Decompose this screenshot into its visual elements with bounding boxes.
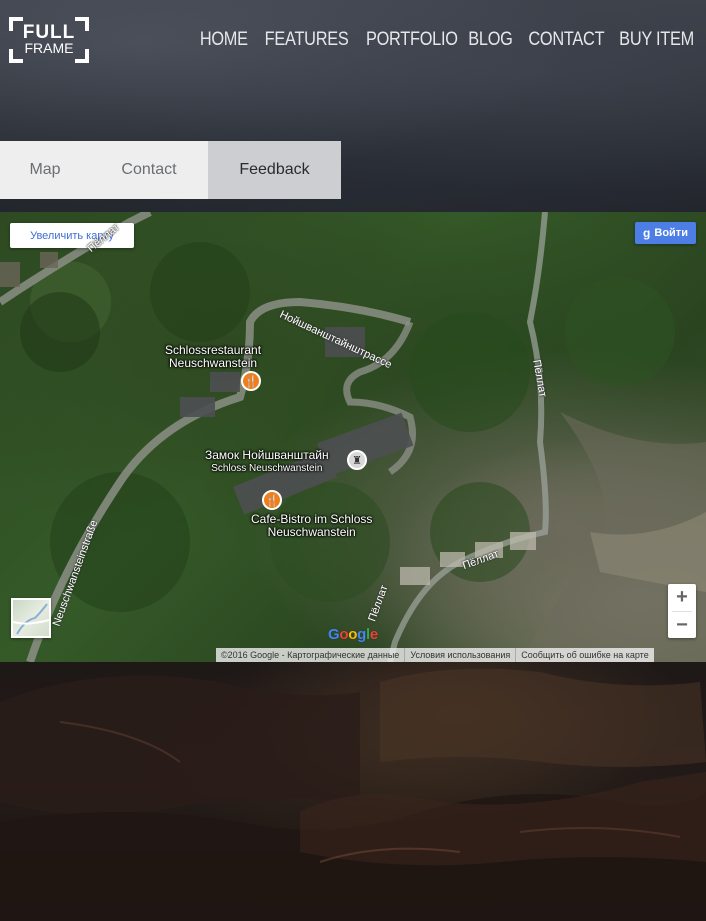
poi-cafe-line2: Neuschwanstein xyxy=(267,525,356,539)
nav-home[interactable]: HOME xyxy=(200,26,248,54)
castle-pin-icon[interactable]: ♜ xyxy=(347,450,367,470)
nav-portfolio[interactable]: PORTFOLIO xyxy=(366,26,458,54)
hero-header: FULL FRAME HOME FEATURES PORTFOLIO BLOG … xyxy=(0,0,706,212)
tab-map[interactable]: Map xyxy=(0,141,90,199)
poi-restaurant-line2: Neuschwanstein xyxy=(168,356,258,370)
logo[interactable]: FULL FRAME xyxy=(9,17,89,63)
poi-label-restaurant[interactable]: Schlossrestaurant Neuschwanstein xyxy=(165,344,261,370)
signin-label: Войти xyxy=(654,227,688,239)
section-tabs: Map Contact Feedback xyxy=(0,141,341,199)
attribution-copyright[interactable]: ©2016 Google - Картографические данные xyxy=(216,648,405,662)
nav-contact[interactable]: CONTACT xyxy=(528,26,604,54)
map-thumbnail-icon xyxy=(12,603,50,635)
rock-texture xyxy=(0,668,706,921)
zoom-out-button[interactable]: − xyxy=(668,612,696,638)
nav-buy-item[interactable]: BUY ITEM xyxy=(619,26,694,54)
google-map[interactable]: Увеличить карту g Войти Пёллат Нойшваншт… xyxy=(0,212,706,662)
cafe-pin-icon[interactable]: 🍴 xyxy=(262,490,282,510)
restaurant-pin-icon[interactable]: 🍴 xyxy=(241,371,261,391)
attribution-report[interactable]: Сообщить об ошибке на карте xyxy=(515,648,654,662)
map-attribution: ©2016 Google - Картографические данные У… xyxy=(216,648,654,662)
nav-blog[interactable]: BLOG xyxy=(468,26,513,54)
main-nav: HOME FEATURES PORTFOLIO BLOG CONTACT BUY… xyxy=(189,26,694,54)
map-type-thumbnail[interactable] xyxy=(11,598,51,638)
google-plus-icon: g xyxy=(643,226,651,240)
google-logo: Google xyxy=(328,626,378,643)
zoom-in-button[interactable]: + xyxy=(668,584,696,611)
tab-feedback[interactable]: Feedback xyxy=(208,141,341,199)
poi-castle-line2: Schloss Neuschwanstein xyxy=(211,463,323,474)
satellite-terrain xyxy=(0,212,706,662)
background-photo xyxy=(0,662,706,921)
logo-line2: FRAME xyxy=(24,40,74,56)
nav-features[interactable]: FEATURES xyxy=(264,26,348,54)
poi-label-castle[interactable]: Замок Нойшванштайн Schloss Neuschwanstei… xyxy=(205,449,329,475)
signin-button[interactable]: g Войти xyxy=(635,222,696,244)
tab-contact[interactable]: Contact xyxy=(90,141,208,199)
zoom-control: + − xyxy=(668,584,696,638)
poi-castle-line1: Замок Нойшванштайн xyxy=(205,448,329,462)
attribution-terms[interactable]: Условия использования xyxy=(404,648,516,662)
poi-label-cafe[interactable]: Cafe-Bistro im Schloss Neuschwanstein xyxy=(251,513,372,539)
